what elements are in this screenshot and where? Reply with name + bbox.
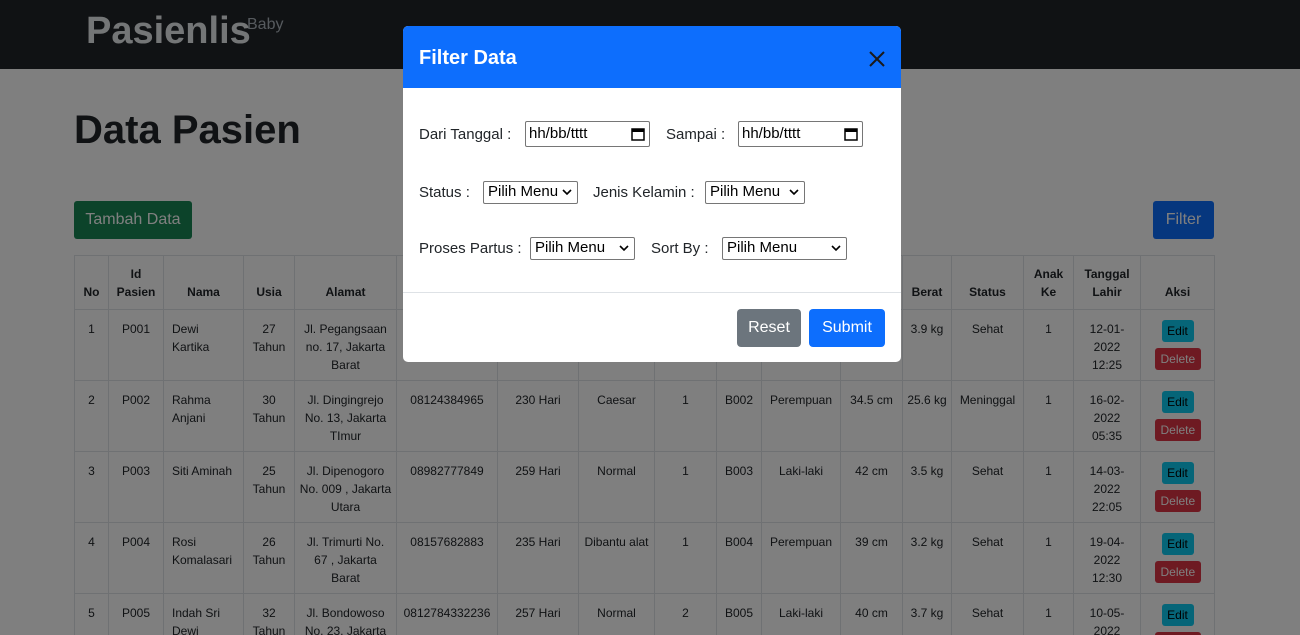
to-date-input[interactable]: hh/bb/tttt: [738, 121, 863, 147]
chevron-down-icon: [562, 189, 572, 196]
status-select-value: Pilih Menu: [488, 183, 559, 200]
process-select[interactable]: Pilih Menu: [530, 237, 635, 260]
sort-select[interactable]: Pilih Menu: [722, 237, 847, 260]
submit-button[interactable]: Submit: [809, 309, 885, 347]
gender-select[interactable]: Pilih Menu: [705, 181, 805, 204]
gender-label: Jenis Kelamin :: [593, 184, 695, 201]
chevron-down-icon: [619, 245, 629, 252]
chevron-down-icon: [789, 189, 799, 196]
modal-header: Filter Data: [403, 26, 901, 88]
close-icon[interactable]: [863, 45, 891, 73]
process-select-value: Pilih Menu: [535, 239, 606, 256]
status-label: Status :: [419, 184, 470, 201]
calendar-icon[interactable]: [631, 127, 645, 141]
to-date-label: Sampai :: [666, 126, 726, 143]
from-date-value: hh/bb/tttt: [529, 125, 588, 142]
filter-modal: Filter Data Dari Tanggal : hh/bb/tttt Sa…: [403, 26, 901, 362]
from-date-label: Dari Tanggal :: [419, 126, 512, 143]
gender-select-value: Pilih Menu: [710, 183, 781, 200]
sort-label: Sort By :: [651, 240, 709, 257]
modal-title: Filter Data: [419, 47, 517, 69]
reset-button[interactable]: Reset: [737, 309, 801, 347]
calendar-icon[interactable]: [844, 127, 858, 141]
sort-select-value: Pilih Menu: [727, 239, 798, 256]
from-date-input[interactable]: hh/bb/tttt: [525, 121, 650, 147]
status-select[interactable]: Pilih Menu: [483, 181, 578, 204]
chevron-down-icon: [831, 245, 841, 252]
modal-divider: [403, 292, 901, 293]
to-date-value: hh/bb/tttt: [742, 125, 801, 142]
process-label: Proses Partus :: [419, 240, 522, 257]
